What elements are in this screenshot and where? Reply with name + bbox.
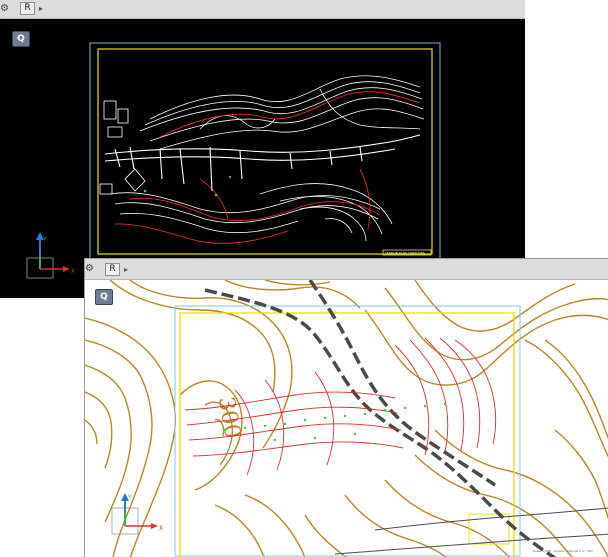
ucs-y-label: Y <box>127 494 132 501</box>
back-toolbar: ⚙ R ▸ <box>0 0 525 19</box>
front-drawing-canvas[interactable]: 300 Y X Scale 1:500 · Contour interval 1… <box>85 280 608 557</box>
ucs-x-label: X <box>159 525 163 532</box>
layout-button[interactable]: R <box>20 2 35 15</box>
layout-button[interactable]: R <box>105 263 120 276</box>
title-block-text: TERRAIN PLAN CONTOURS <box>384 251 425 255</box>
sheet-footer-text: Scale 1:500 · Contour interval 1 m · ISO <box>533 549 593 553</box>
chevron-right-icon[interactable]: ▸ <box>35 3 47 15</box>
ucs-axis-icon <box>111 493 158 535</box>
gear-icon[interactable]: ⚙ <box>0 2 11 15</box>
survey-points <box>223 402 447 442</box>
front-drawing-svg: 300 Y X Scale 1:500 · Contour interval 1… <box>85 280 608 557</box>
road-thin-lines <box>334 507 608 555</box>
back-drawing-canvas[interactable]: Q TERRAIN PLAN CONTOURS Y X <box>0 19 525 298</box>
front-toolbar: ⚙ R ▸ <box>85 259 608 280</box>
gear-icon[interactable]: ⚙ <box>85 262 96 275</box>
quick-access-badge[interactable]: Q <box>95 289 113 305</box>
quick-access-badge[interactable]: Q <box>12 31 30 47</box>
tan-contours <box>85 280 608 557</box>
road-alignment <box>104 134 421 192</box>
chevron-right-icon[interactable]: ▸ <box>120 264 132 276</box>
ucs-x-label: X <box>71 268 75 275</box>
white-contours <box>109 75 425 242</box>
survey-points <box>143 175 232 197</box>
ucs-axis-icon <box>26 232 70 279</box>
back-viewport-window: ⚙ R ▸ Q TERRAIN PLAN CONTOURS Y X <box>0 0 525 298</box>
back-drawing-svg: TERRAIN PLAN CONTOURS Y X <box>26 42 441 279</box>
contour-elevation-label: 300 <box>213 395 245 441</box>
building-outlines <box>99 100 146 195</box>
road-dashed-lines <box>204 280 556 557</box>
front-viewport-window: ⚙ R ▸ 300 Y X Scale 1:500 · Contour inte… <box>84 258 608 557</box>
ucs-y-label: Y <box>42 236 47 243</box>
